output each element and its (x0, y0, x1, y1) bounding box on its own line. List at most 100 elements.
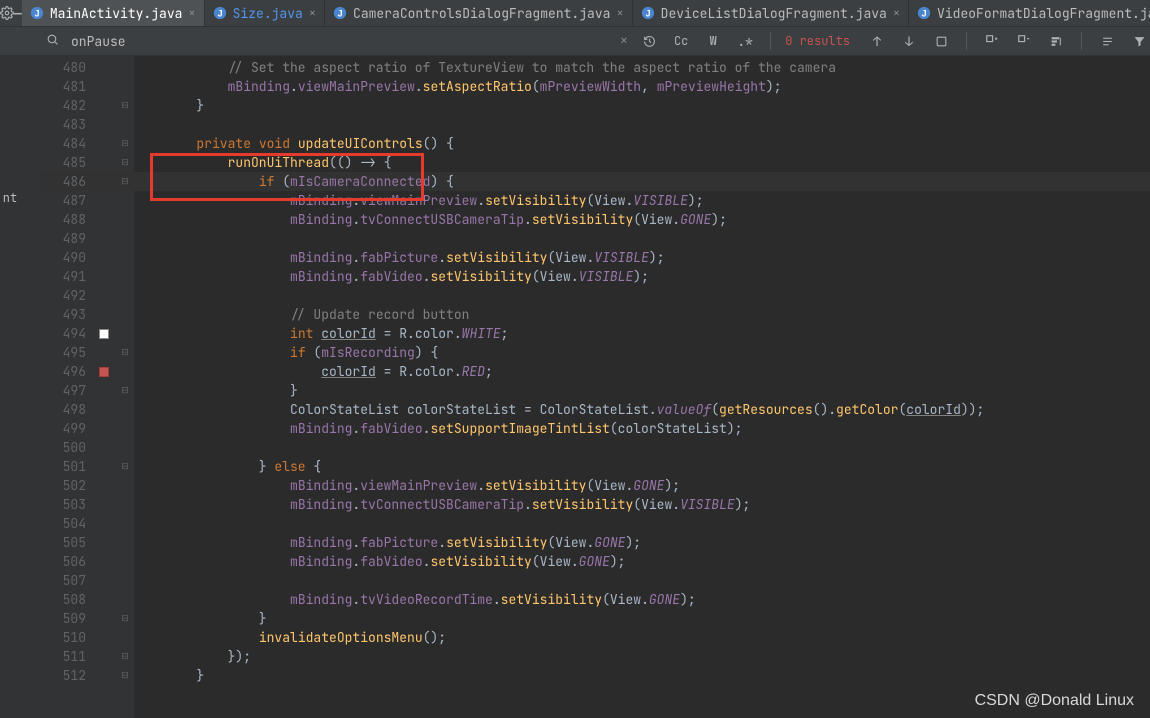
code-line[interactable]: mBinding.tvConnectUSBCameraTip.setVisibi… (134, 495, 1150, 514)
code-line[interactable]: }); (134, 647, 1150, 666)
fold-toggle-icon[interactable]: ⊟ (121, 457, 129, 476)
breakpoint-icon[interactable] (99, 367, 109, 377)
fold-toggle-icon[interactable]: ⊟ (121, 343, 129, 362)
line-number[interactable]: 497 (40, 381, 92, 400)
code-line[interactable]: } (134, 609, 1150, 628)
code-line[interactable]: mBinding.tvConnectUSBCameraTip.setVisibi… (134, 210, 1150, 229)
code-line[interactable]: private void updateUIControls() { (134, 134, 1150, 153)
gear-icon[interactable] (0, 0, 14, 26)
fold-toggle-icon[interactable]: ⊟ (121, 381, 129, 400)
prev-match-icon[interactable]: ↑ (866, 30, 888, 52)
hide-tool-icon[interactable]: — (14, 0, 22, 26)
code-line[interactable] (134, 286, 1150, 305)
code-line[interactable] (134, 571, 1150, 590)
code-line[interactable]: if (mIsCameraConnected) { (134, 172, 1150, 191)
line-number[interactable]: 495 (40, 343, 92, 362)
add-selection-icon[interactable] (981, 30, 1003, 52)
line-number[interactable]: 511 (40, 647, 92, 666)
next-match-icon[interactable]: ↓ (898, 30, 920, 52)
regex-toggle[interactable]: .* (734, 30, 756, 52)
code-line[interactable] (134, 229, 1150, 248)
close-icon[interactable]: × (188, 5, 195, 21)
close-icon[interactable]: × (893, 5, 900, 21)
editor-area[interactable]: 4804814824834844854864874884894904914924… (0, 56, 1150, 718)
line-number[interactable]: 498 (40, 400, 92, 419)
line-number[interactable]: 484 (40, 134, 92, 153)
line-number[interactable]: 486 (40, 172, 92, 191)
line-number[interactable]: 499 (40, 419, 92, 438)
line-number[interactable]: 483 (40, 115, 92, 134)
line-number[interactable]: 487 (40, 191, 92, 210)
code-line[interactable]: int colorId = R.color.WHITE; (134, 324, 1150, 343)
code-line[interactable]: // Update record button (134, 305, 1150, 324)
line-number[interactable]: 490 (40, 248, 92, 267)
remove-selection-icon[interactable] (1013, 30, 1035, 52)
line-number[interactable]: 489 (40, 229, 92, 248)
close-icon[interactable]: × (309, 5, 316, 21)
code-line[interactable]: mBinding.tvVideoRecordTime.setVisibility… (134, 590, 1150, 609)
line-number[interactable]: 505 (40, 533, 92, 552)
filter-options-icon[interactable] (1045, 30, 1067, 52)
code-line[interactable]: ColorStateList colorStateList = ColorSta… (134, 400, 1150, 419)
filter-icon[interactable] (1128, 30, 1150, 52)
code-line[interactable]: colorId = R.color.RED; (134, 362, 1150, 381)
code-line[interactable]: } (134, 666, 1150, 685)
code-line[interactable]: runOnUiThread(() -> { (134, 153, 1150, 172)
editor-tab[interactable]: JSize.java× (205, 0, 325, 26)
fold-toggle-icon[interactable]: ⊟ (121, 153, 129, 172)
line-number[interactable]: 492 (40, 286, 92, 305)
words-toggle[interactable]: W (702, 30, 724, 52)
line-number[interactable]: 485 (40, 153, 92, 172)
code-line[interactable]: mBinding.viewMainPreview.setVisibility(V… (134, 191, 1150, 210)
code-line[interactable]: mBinding.fabPicture.setVisibility(View.V… (134, 248, 1150, 267)
line-number[interactable]: 501 (40, 457, 92, 476)
tool-window-label[interactable]: nt (0, 190, 20, 206)
editor-tab[interactable]: JVideoFormatDialogFragment.java× (909, 0, 1150, 26)
line-number-gutter[interactable]: 4804814824834844854864874884894904914924… (40, 56, 92, 718)
line-number[interactable]: 500 (40, 438, 92, 457)
code-line[interactable]: mBinding.viewMainPreview.setAspectRatio(… (134, 77, 1150, 96)
line-number[interactable]: 493 (40, 305, 92, 324)
fold-toggle-icon[interactable]: ⊟ (121, 134, 129, 153)
line-number[interactable]: 508 (40, 590, 92, 609)
editor-tab[interactable]: JCameraControlsDialogFragment.java× (325, 0, 633, 26)
bookmark-white-icon[interactable] (99, 329, 109, 339)
fold-toggle-icon[interactable]: ⊟ (121, 96, 129, 115)
line-number[interactable]: 507 (40, 571, 92, 590)
line-number[interactable]: 512 (40, 666, 92, 685)
line-number[interactable]: 496 (40, 362, 92, 381)
editor-tab[interactable]: JDeviceListDialogFragment.java× (633, 0, 909, 26)
line-number[interactable]: 480 (40, 58, 92, 77)
history-icon[interactable] (638, 30, 660, 52)
code-line[interactable]: } (134, 96, 1150, 115)
code-line[interactable] (134, 115, 1150, 134)
clear-icon[interactable]: × (620, 32, 628, 50)
select-all-icon[interactable] (930, 30, 952, 52)
line-number[interactable]: 482 (40, 96, 92, 115)
code-line[interactable]: mBinding.fabVideo.setVisibility(View.VIS… (134, 267, 1150, 286)
code-line[interactable] (134, 438, 1150, 457)
line-number[interactable]: 509 (40, 609, 92, 628)
fold-gutter[interactable]: ⊟⊟⊟⊟⊟⊟⊟⊟⊟⊟ (116, 56, 134, 718)
line-number[interactable]: 510 (40, 628, 92, 647)
code-line[interactable]: mBinding.fabVideo.setSupportImageTintLis… (134, 419, 1150, 438)
marker-gutter[interactable] (92, 56, 116, 718)
code-line[interactable]: mBinding.viewMainPreview.setVisibility(V… (134, 476, 1150, 495)
line-number[interactable]: 491 (40, 267, 92, 286)
code-area[interactable]: // Set the aspect ratio of TextureView t… (134, 56, 1150, 718)
line-number[interactable]: 502 (40, 476, 92, 495)
fold-toggle-icon[interactable]: ⊟ (121, 609, 129, 628)
line-number[interactable]: 494 (40, 324, 92, 343)
code-line[interactable] (134, 514, 1150, 533)
code-line[interactable]: mBinding.fabVideo.setVisibility(View.GON… (134, 552, 1150, 571)
line-number[interactable]: 488 (40, 210, 92, 229)
code-line[interactable]: // Set the aspect ratio of TextureView t… (134, 58, 1150, 77)
code-line[interactable]: if (mIsRecording) { (134, 343, 1150, 362)
match-case-toggle[interactable]: Cc (670, 30, 692, 52)
code-line[interactable]: } (134, 381, 1150, 400)
code-line[interactable]: invalidateOptionsMenu(); (134, 628, 1150, 647)
line-number[interactable]: 506 (40, 552, 92, 571)
fold-toggle-icon[interactable]: ⊟ (121, 647, 129, 666)
code-line[interactable]: } else { (134, 457, 1150, 476)
line-number[interactable]: 504 (40, 514, 92, 533)
